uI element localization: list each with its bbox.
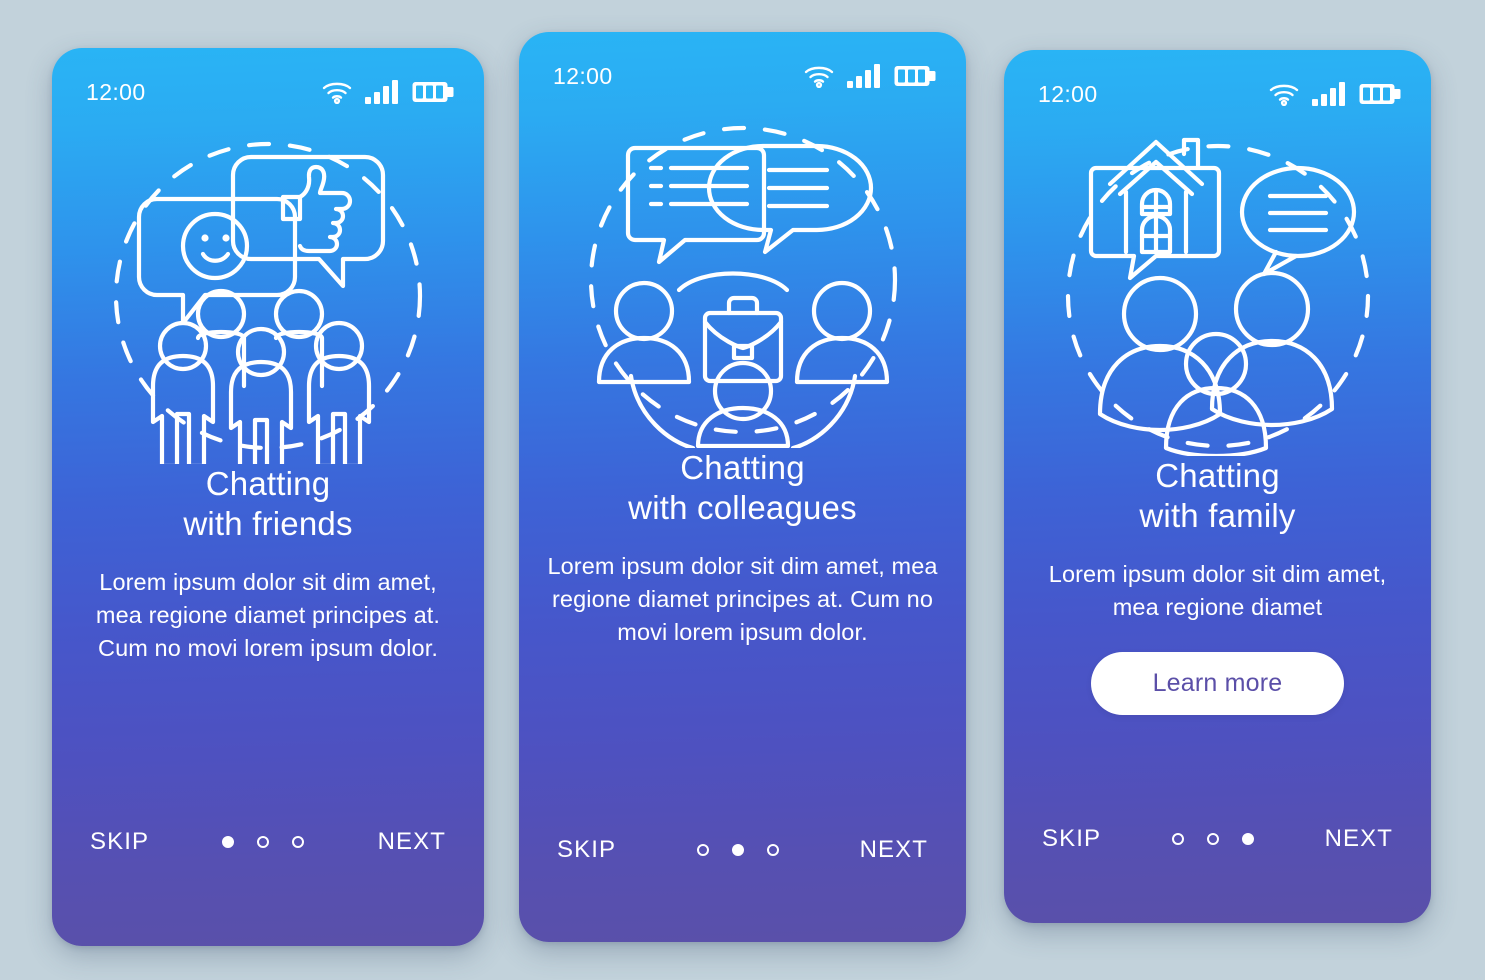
onboarding-footer: SKIP NEXT (1004, 825, 1431, 923)
battery-icon (894, 64, 936, 88)
onboarding-footer: SKIP NEXT (52, 828, 484, 946)
signal-icon (365, 80, 399, 104)
next-button[interactable]: NEXT (378, 828, 446, 856)
page-dot-1[interactable] (222, 836, 235, 848)
skip-button[interactable]: SKIP (557, 836, 616, 864)
title-line-2: with family (1139, 497, 1296, 534)
status-bar: 12:00 (1004, 50, 1431, 112)
status-clock: 12:00 (86, 78, 146, 105)
status-bar: 12:00 (519, 32, 966, 94)
next-button[interactable]: NEXT (860, 836, 928, 864)
page-title: Chatting with friends (78, 464, 458, 544)
page-dot-3[interactable] (766, 844, 779, 856)
wifi-icon (322, 80, 352, 104)
status-bar: 12:00 (52, 48, 484, 110)
wifi-icon (804, 64, 834, 88)
onboarding-footer: SKIP NEXT (519, 836, 966, 942)
learn-more-button[interactable]: Learn more (1090, 652, 1345, 715)
page-dot-2[interactable] (731, 844, 744, 856)
wifi-icon (1269, 82, 1299, 106)
page-title: Chatting with family (1030, 456, 1405, 536)
page-dot-3[interactable] (1241, 833, 1254, 845)
family-home-illustration (1004, 126, 1431, 456)
title-line-2: with colleagues (628, 489, 857, 526)
page-dot-2[interactable] (257, 836, 270, 848)
page-description: Lorem ipsum dolor sit dim amet, mea regi… (1048, 561, 1387, 620)
colleagues-team-illustration (519, 108, 966, 448)
friends-group-illustration (52, 124, 484, 464)
onboarding-screen-family: 12:00 Chatting with family Lorem ipsum d… (1004, 50, 1431, 923)
title-line-2: with friends (183, 505, 353, 542)
page-description: Lorem ipsum dolor sit dim amet, mea regi… (547, 553, 938, 645)
page-indicator-dots (222, 836, 305, 848)
page-dot-1[interactable] (696, 844, 709, 856)
screen-text-block: Chatting with colleagues Lorem ipsum dol… (519, 448, 966, 649)
skip-button[interactable]: SKIP (90, 828, 149, 856)
dashed-circle (588, 125, 897, 435)
page-indicator-dots (696, 844, 779, 856)
title-line-1: Chatting (1155, 457, 1280, 494)
status-clock: 12:00 (553, 62, 613, 89)
battery-icon (1359, 82, 1401, 106)
title-line-1: Chatting (680, 449, 805, 486)
page-dot-1[interactable] (1171, 833, 1184, 845)
status-icons (322, 80, 454, 104)
cta-row: Learn more (1030, 652, 1405, 715)
battery-icon (412, 80, 454, 104)
onboarding-screen-colleagues: 12:00 Chatting with colleagues Lorem ips… (519, 32, 966, 942)
status-icons (804, 64, 936, 88)
skip-button[interactable]: SKIP (1042, 825, 1101, 853)
status-icons (1269, 82, 1401, 106)
page-title: Chatting with colleagues (545, 448, 940, 528)
onboarding-screens-stage: 12:00 Chatting with friends Lorem ipsum … (0, 0, 1485, 980)
title-line-1: Chatting (205, 465, 331, 502)
status-clock: 12:00 (1038, 80, 1098, 107)
onboarding-screen-friends: 12:00 Chatting with friends Lorem ipsum … (52, 48, 484, 946)
signal-icon (847, 64, 881, 88)
page-dot-2[interactable] (1206, 833, 1219, 845)
page-indicator-dots (1171, 833, 1254, 845)
page-description: Lorem ipsum dolor sit dim amet, mea regi… (95, 569, 441, 661)
screen-text-block: Chatting with friends Lorem ipsum dolor … (52, 464, 484, 665)
signal-icon (1312, 82, 1346, 106)
screen-text-block: Chatting with family Lorem ipsum dolor s… (1004, 456, 1431, 715)
page-dot-3[interactable] (292, 836, 305, 848)
next-button[interactable]: NEXT (1325, 825, 1393, 853)
